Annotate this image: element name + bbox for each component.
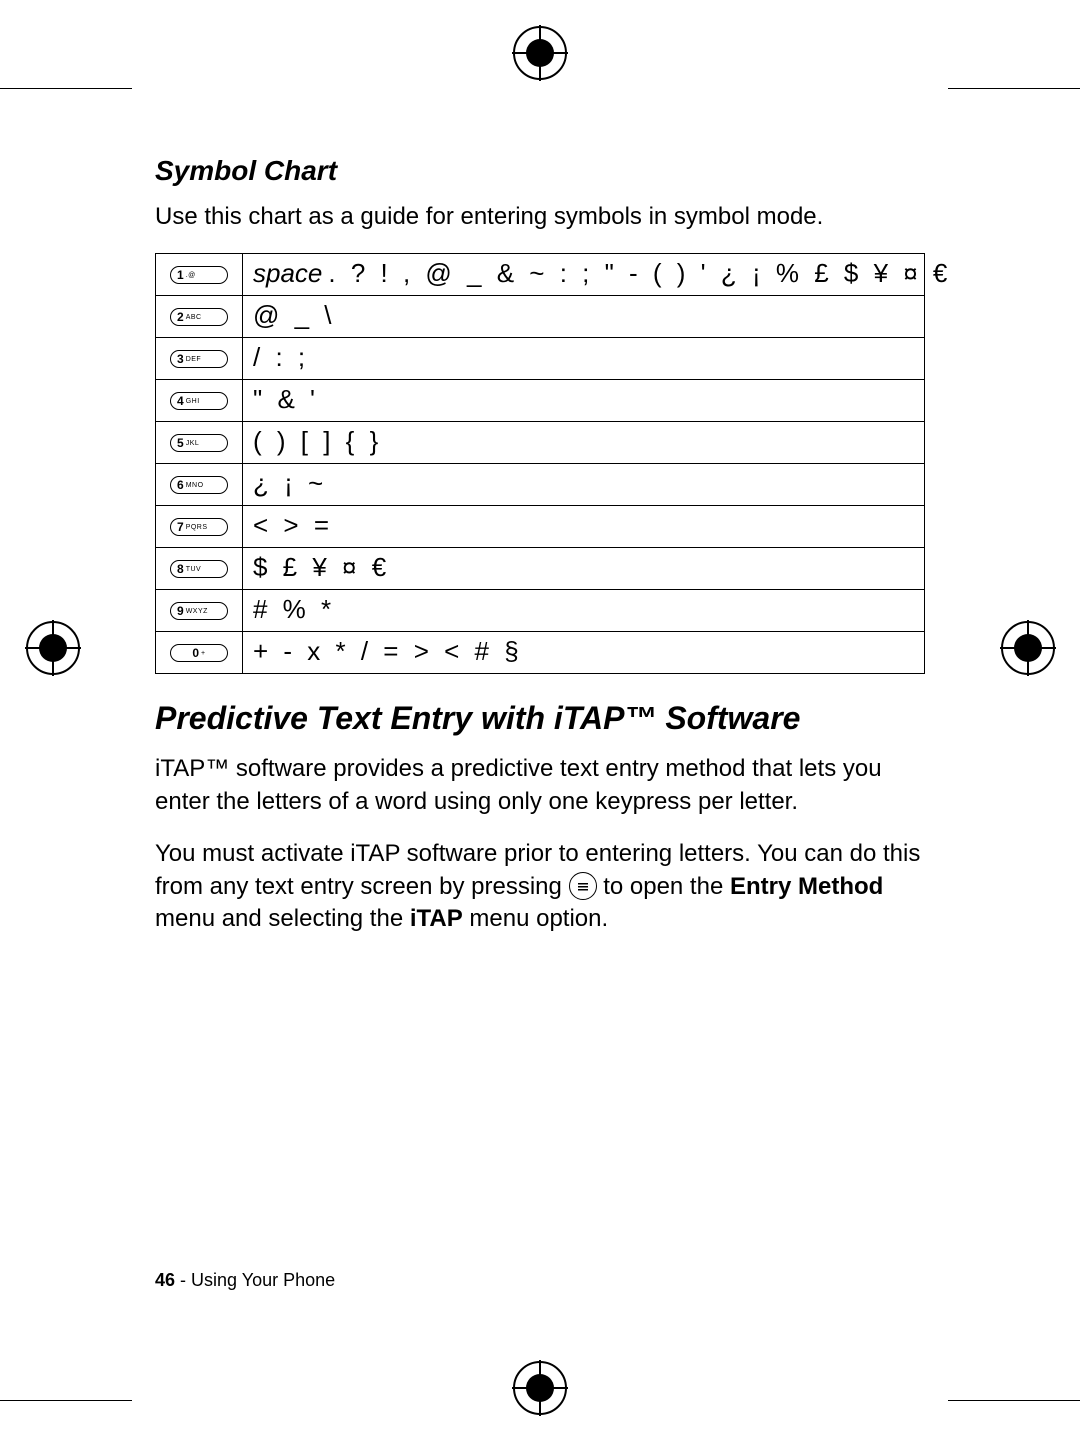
keypad-key-icon: 0+ [170,644,228,662]
key-cell: 6MNO [156,464,243,506]
itap-p2-d: menu option. [469,905,608,932]
symbols-cell: $ £ ¥ ¤ € [243,548,925,590]
space-prefix: space [253,258,328,288]
key-cell: 1.@ [156,254,243,296]
keypad-key-icon: 8TUV [170,560,228,578]
table-row: 9WXYZ # % * [156,590,925,632]
keypad-key-icon: 5JKL [170,434,228,452]
registration-mark-left [25,620,81,676]
crop-line [948,1400,1080,1401]
symbols-text: " & ' [253,384,319,414]
symbols-cell: + - x * / = > < # § [243,632,925,674]
crop-line [948,88,1080,89]
key-cell: 0+ [156,632,243,674]
table-row: 5JKL ( ) [ ] { } [156,422,925,464]
key-sublabel: WXYZ [184,608,208,615]
key-cell: 5JKL [156,422,243,464]
key-sublabel: JKL [184,440,200,447]
key-number: 9 [177,604,184,618]
page-footer: 46 - Using Your Phone [155,1270,335,1291]
itap-paragraph-1: iTAP™ software provides a predictive tex… [155,753,925,818]
symbols-text: # % * [253,594,335,624]
symbols-text: ¿ ¡ ~ [253,468,327,498]
symbols-text: ( ) [ ] { } [253,426,382,456]
key-cell: 4GHI [156,380,243,422]
key-number: 3 [177,352,184,366]
symbols-text: + - x * / = > < # § [253,636,523,666]
heading-symbol-chart: Symbol Chart [155,155,925,187]
symbols-cell: < > = [243,506,925,548]
footer-section: - Using Your Phone [175,1270,335,1290]
key-sublabel: GHI [184,398,200,405]
entry-method-label: Entry Method [730,873,883,900]
key-cell: 7PQRS [156,506,243,548]
symbols-cell: space. ? ! , @ _ & ~ : ; " - ( ) ' ¿ ¡ %… [243,254,925,296]
table-row: 3DEF / : ; [156,338,925,380]
key-sublabel: + [199,650,206,657]
symbols-text: < > = [253,510,333,540]
symbols-cell: @ _ \ [243,296,925,338]
keypad-key-icon: 3DEF [170,350,228,368]
keypad-key-icon: 2ABC [170,308,228,326]
table-row: 2ABC @ _ \ [156,296,925,338]
keypad-key-icon: 6MNO [170,476,228,494]
heading-itap: Predictive Text Entry with iTAP™ Softwar… [155,700,925,737]
key-sublabel: PQRS [184,524,208,531]
table-row: 7PQRS < > = [156,506,925,548]
key-cell: 9WXYZ [156,590,243,632]
registration-mark-top [512,25,568,81]
symbols-cell: / : ; [243,338,925,380]
itap-p2-b: to open the [603,873,730,900]
symbols-text: @ _ \ [253,300,336,330]
symbols-text: / : ; [253,342,309,372]
intro-paragraph: Use this chart as a guide for entering s… [155,201,925,233]
keypad-key-icon: 4GHI [170,392,228,410]
key-sublabel: ABC [184,314,202,321]
key-sublabel: MNO [184,482,204,489]
keypad-key-icon: 7PQRS [170,518,228,536]
key-number: 6 [177,478,184,492]
symbols-cell: ( ) [ ] { } [243,422,925,464]
table-row: 6MNO ¿ ¡ ~ [156,464,925,506]
page-number: 46 [155,1270,175,1290]
key-number: 7 [177,520,184,534]
key-number: 5 [177,436,184,450]
symbols-text: $ £ ¥ ¤ € [253,552,390,582]
key-number: 2 [177,310,184,324]
symbols-cell: " & ' [243,380,925,422]
key-cell: 2ABC [156,296,243,338]
symbols-text: . ? ! , @ _ & ~ : ; " - ( ) ' ¿ ¡ % £ $ … [328,258,951,288]
key-sublabel: .@ [184,272,196,279]
itap-p2-c: menu and selecting the [155,905,410,932]
itap-paragraph-2: You must activate iTAP software prior to… [155,838,925,935]
crop-line [0,88,132,89]
table-row: 0+ + - x * / = > < # § [156,632,925,674]
table-row: 8TUV $ £ ¥ ¤ € [156,548,925,590]
key-sublabel: DEF [184,356,202,363]
key-cell: 8TUV [156,548,243,590]
symbol-chart-table: 1.@ space. ? ! , @ _ & ~ : ; " - ( ) ' ¿ … [155,253,925,674]
crop-line [0,1400,132,1401]
key-number: 4 [177,394,184,408]
table-row: 1.@ space. ? ! , @ _ & ~ : ; " - ( ) ' ¿ … [156,254,925,296]
registration-mark-right [1000,620,1056,676]
key-sublabel: TUV [184,566,202,573]
key-number: 1 [177,268,184,282]
itap-option-label: iTAP [410,905,463,932]
keypad-key-icon: 1.@ [170,266,228,284]
symbols-cell: ¿ ¡ ~ [243,464,925,506]
keypad-key-icon: 9WXYZ [170,602,228,620]
key-cell: 3DEF [156,338,243,380]
registration-mark-bottom [512,1360,568,1416]
table-row: 4GHI " & ' [156,380,925,422]
key-number: 8 [177,562,184,576]
symbols-cell: # % * [243,590,925,632]
menu-key-icon [569,872,597,900]
